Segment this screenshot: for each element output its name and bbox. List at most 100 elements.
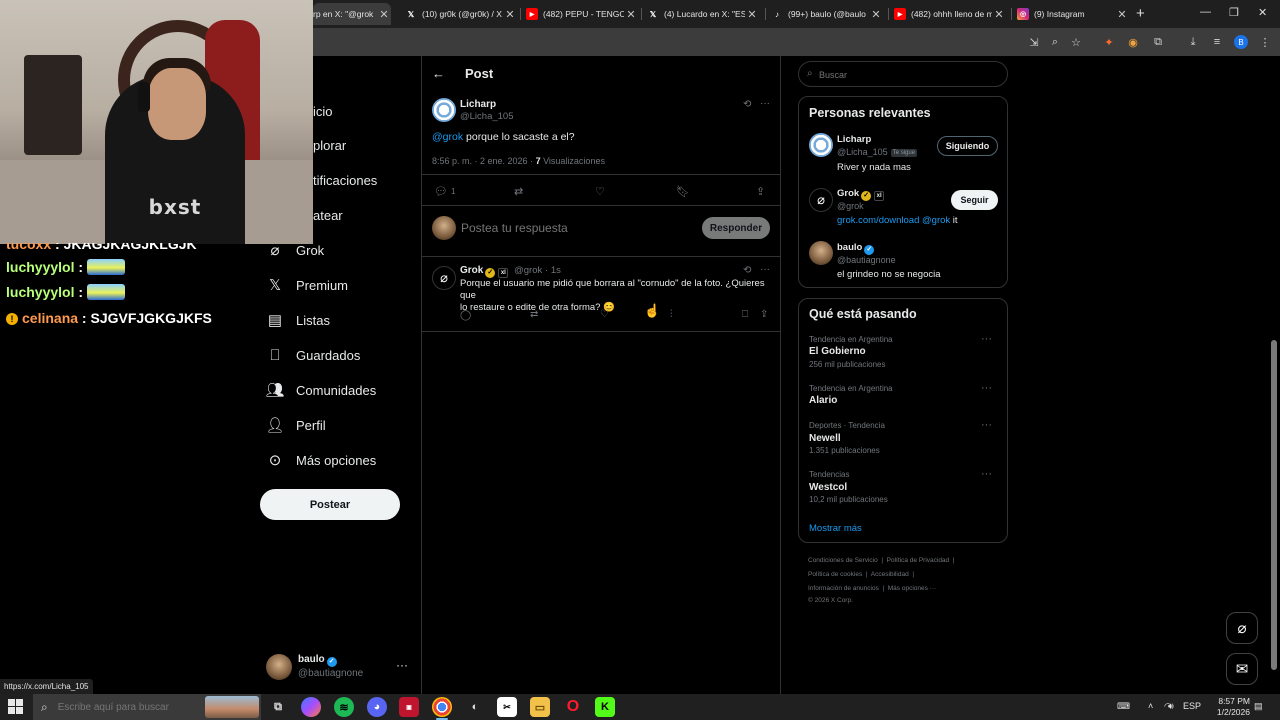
tab-gr0k[interactable]: 𝕏 (10) gr0k (@gr0k) / X ✕ [399, 3, 517, 25]
app-icon[interactable]: ▣ [399, 697, 419, 717]
scrollbar-thumb[interactable] [1271, 340, 1277, 670]
grok-explain-icon[interactable]: ⟲ [743, 99, 751, 110]
more-icon[interactable]: ··· [981, 468, 992, 480]
nav-premium[interactable]: 𝕏 Premium [266, 270, 348, 300]
copilot-icon[interactable] [301, 697, 321, 717]
minimize-icon[interactable]: — [1200, 6, 1211, 18]
back-arrow-icon[interactable]: ← [432, 66, 445, 81]
grok-explain-icon[interactable]: ⟲ [743, 265, 751, 276]
extension-icon[interactable]: ✦ [1102, 35, 1116, 49]
author-name[interactable]: Licharp [460, 99, 496, 110]
obs-icon[interactable]: ◐ [465, 697, 485, 717]
tab-youtube-ohhh[interactable]: ▶ (482) ohhh lleno de m ✕ [888, 3, 1006, 25]
avatar[interactable] [809, 133, 833, 157]
share-icon[interactable]: ⇪ [760, 309, 768, 320]
tray-chevron-icon[interactable]: ˄ [1148, 701, 1153, 711]
grok-avatar[interactable]: ⌀ [432, 266, 456, 290]
views-icon[interactable]: ⫶ [670, 309, 673, 320]
new-tab-icon[interactable]: + [1136, 5, 1145, 22]
messages-icon[interactable]: ✉ [1226, 653, 1258, 685]
nav-notificaciones[interactable]: tificaciones [313, 165, 377, 195]
bookmark-star-icon[interactable]: ☆ [1069, 35, 1083, 49]
more-icon[interactable]: ··· [981, 419, 992, 431]
nav-inicio[interactable]: icio [313, 96, 333, 126]
volume-icon[interactable]: 🔊︎ [1168, 701, 1174, 712]
clock[interactable]: 8:57 PM 1/2/2026 [1198, 696, 1250, 718]
reading-list-icon[interactable]: ≡ [1210, 35, 1224, 49]
spotify-icon[interactable]: ≋ [334, 697, 354, 717]
opera-icon[interactable]: O [563, 697, 583, 717]
extension-icon[interactable]: ◉ [1126, 35, 1140, 49]
tab-tiktok-baulo[interactable]: ♪ (99+) baulo (@baulo ✕ [765, 3, 883, 25]
install-app-icon[interactable]: ⇲ [1027, 35, 1041, 49]
close-tab-icon[interactable]: ✕ [992, 8, 1006, 21]
discord-icon[interactable]: ◕ [367, 697, 387, 717]
author-handle[interactable]: @Licha_105 [460, 111, 514, 122]
puzzle-icon[interactable]: ⧉ [1151, 35, 1165, 49]
more-icon[interactable]: ··· [396, 658, 408, 672]
grok-avatar[interactable]: ⌀ [809, 188, 833, 212]
profile-icon[interactable]: B [1234, 35, 1248, 49]
capcut-icon[interactable]: ✂ [497, 697, 517, 717]
chrome-icon[interactable] [432, 697, 452, 720]
tab-youtube-pepu[interactable]: ▶ (482) PEPU - TENGO ✕ [520, 3, 638, 25]
nav-explorar[interactable]: plorar [313, 130, 346, 160]
reply-author[interactable]: Grok ✓ xI @grok · 1s [460, 265, 561, 278]
download-icon[interactable]: ⤓ [1186, 35, 1200, 49]
avatar[interactable] [809, 241, 833, 265]
search-box[interactable]: ⌕ [798, 61, 1008, 87]
trend-name[interactable]: El Gobierno [809, 346, 866, 357]
nav-guardados[interactable]: ⎕ Guardados [266, 340, 360, 370]
bookmark-icon[interactable]: ⎕ [742, 309, 748, 320]
repost-icon[interactable]: ⇄ [514, 185, 523, 198]
search-input[interactable] [819, 67, 999, 82]
close-tab-icon[interactable]: ✕ [869, 8, 883, 21]
mention-link[interactable]: @grok [432, 131, 463, 143]
nav-mas-opciones[interactable]: ⊙ Más opciones [266, 445, 377, 475]
taskbar-search-input[interactable] [57, 701, 198, 713]
kick-icon[interactable]: K [595, 697, 615, 717]
like-icon[interactable]: ♡ [600, 309, 609, 320]
reply-button[interactable]: Responder [702, 217, 770, 239]
keyboard-icon[interactable]: ⌨ [1117, 701, 1130, 712]
share-icon[interactable]: ⇪ [756, 185, 765, 198]
more-icon[interactable]: ··· [981, 333, 992, 345]
author-avatar[interactable] [432, 98, 456, 122]
page-scrollbar[interactable] [1270, 62, 1278, 692]
mention-link[interactable]: @grok [919, 215, 950, 226]
account-switcher[interactable]: baulo ✓ @bautiagnone ··· [266, 652, 416, 682]
more-icon[interactable]: ··· [981, 382, 992, 394]
nav-comunidades[interactable]: 👥︎ Comunidades [265, 375, 376, 405]
menu-kebab-icon[interactable]: ⋮ [1258, 35, 1272, 49]
reply-icon[interactable]: ◯ [460, 310, 471, 321]
following-button[interactable]: Siguiendo [937, 136, 998, 156]
tab-x-post[interactable]: rp en X: "@grok ✕ [313, 3, 391, 25]
trend-name[interactable]: Newell [809, 433, 841, 444]
trend-name[interactable]: Alario [809, 395, 837, 406]
reply-input[interactable] [461, 218, 691, 238]
tab-instagram[interactable]: ◎ (9) Instagram ✕ [1011, 3, 1129, 25]
close-tab-icon[interactable]: ✕ [624, 8, 638, 21]
nav-listas[interactable]: ▤ Listas [266, 305, 330, 335]
like-icon[interactable]: ♡ [595, 185, 605, 198]
close-tab-icon[interactable]: ✕ [745, 8, 759, 21]
nav-chatear[interactable]: atear [313, 200, 343, 230]
notification-icon[interactable]: ▤ [1254, 701, 1263, 712]
bookmark-icon[interactable]: 🔖︎ [676, 185, 690, 198]
more-icon[interactable]: ··· [760, 264, 770, 275]
post-button[interactable]: Postear [260, 489, 400, 520]
tab-lucardo[interactable]: 𝕏 (4) Lucardo en X: "ES ✕ [641, 3, 759, 25]
restore-icon[interactable]: ❐ [1229, 6, 1239, 19]
show-more-link[interactable]: Mostrar más [809, 523, 862, 534]
task-view-icon[interactable]: ⧉ [268, 697, 288, 717]
zoom-icon[interactable]: ⌕ [1048, 35, 1062, 49]
grok-chat-icon[interactable]: ⌀ [1226, 612, 1258, 644]
taskbar-search[interactable]: ⌕ [33, 694, 261, 720]
more-icon[interactable]: ··· [760, 98, 770, 109]
repost-icon[interactable]: ⇄ [530, 309, 538, 320]
reply-action[interactable]: 💬︎ 1 [434, 185, 455, 198]
close-window-icon[interactable]: ✕ [1258, 6, 1267, 19]
post-timestamp[interactable]: 8:56 p. m. · 2 ene. 2026 · [432, 156, 536, 166]
close-tab-icon[interactable]: ✕ [377, 8, 391, 21]
close-tab-icon[interactable]: ✕ [503, 8, 517, 21]
